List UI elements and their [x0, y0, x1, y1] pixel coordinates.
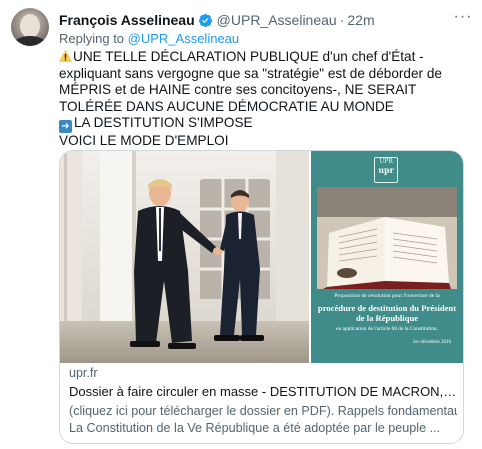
document-caption: Proposition de résolution pour l'ouvertu… [317, 293, 457, 346]
card-source-domain: upr.fr [69, 366, 98, 380]
card-photo-leaders-walking [60, 151, 309, 363]
author-name[interactable]: François Asselineau [59, 12, 195, 28]
doc-caption-line-1: Proposition de résolution pour l'ouvertu… [334, 293, 440, 299]
card-description-line-1: (cliquez ici pour télécharger le dossier… [69, 404, 457, 418]
card-description: (cliquez ici pour télécharger le dossier… [69, 403, 457, 436]
warning-icon [59, 50, 72, 62]
replying-to: Replying to @UPR_Asselineau [59, 31, 239, 46]
upr-logo-top: UPR [379, 158, 393, 165]
upr-logo-text: upr [378, 165, 394, 175]
avatar-face [20, 14, 40, 38]
photo-illustration [60, 151, 309, 363]
reply-mention-link[interactable]: @UPR_Asselineau [128, 31, 239, 46]
link-preview-card[interactable]: UPR upr Proposition de résolution pour l… [59, 150, 464, 444]
doc-caption-date: 1er décembre 2016 [412, 340, 451, 345]
tweet-timestamp[interactable]: 22m [347, 12, 374, 28]
tweet-line-3: VOICI LE MODE D'EMPLOI [59, 133, 229, 148]
avatar-suit [14, 36, 46, 46]
right-arrow-icon: ➜ [59, 120, 72, 133]
doc-caption-title: procédure de destitution du Président de… [317, 303, 457, 323]
author-avatar[interactable] [11, 8, 49, 46]
upr-logo: UPR upr [374, 157, 398, 183]
tweet-line-1: UNE TELLE DÉCLARATION PUBLIQUE d'un chef… [59, 49, 471, 115]
header-separator: · [339, 12, 345, 28]
more-horizontal-icon[interactable]: ··· [452, 9, 474, 27]
replying-prefix: Replying to [59, 31, 128, 46]
doc-caption-line-3: en application de l'article 68 de la Con… [336, 326, 438, 332]
card-title: Dossier à faire circuler en masse - DEST… [69, 384, 457, 399]
tweet-line-2: ➜ LA DESTITUTION S'IMPOSE [59, 115, 471, 133]
card-image-document-cover: UPR upr Proposition de résolution pour l… [311, 151, 463, 363]
author-handle[interactable]: @UPR_Asselineau [217, 12, 337, 28]
tweet-line-2-text: LA DESTITUTION S'IMPOSE [74, 115, 253, 130]
open-book-icon [317, 187, 457, 289]
verified-badge-icon [198, 13, 212, 27]
tweet-header: François Asselineau @UPR_Asselineau · 22… [59, 11, 459, 29]
tweet-line-1-text: UNE TELLE DÉCLARATION PUBLIQUE d'un chef… [59, 49, 442, 114]
tweet[interactable]: François Asselineau @UPR_Asselineau · 22… [0, 0, 482, 449]
tweet-text: UNE TELLE DÉCLARATION PUBLIQUE d'un chef… [59, 49, 471, 150]
card-description-line-2: La Constitution de la Ve République a ét… [69, 420, 441, 435]
